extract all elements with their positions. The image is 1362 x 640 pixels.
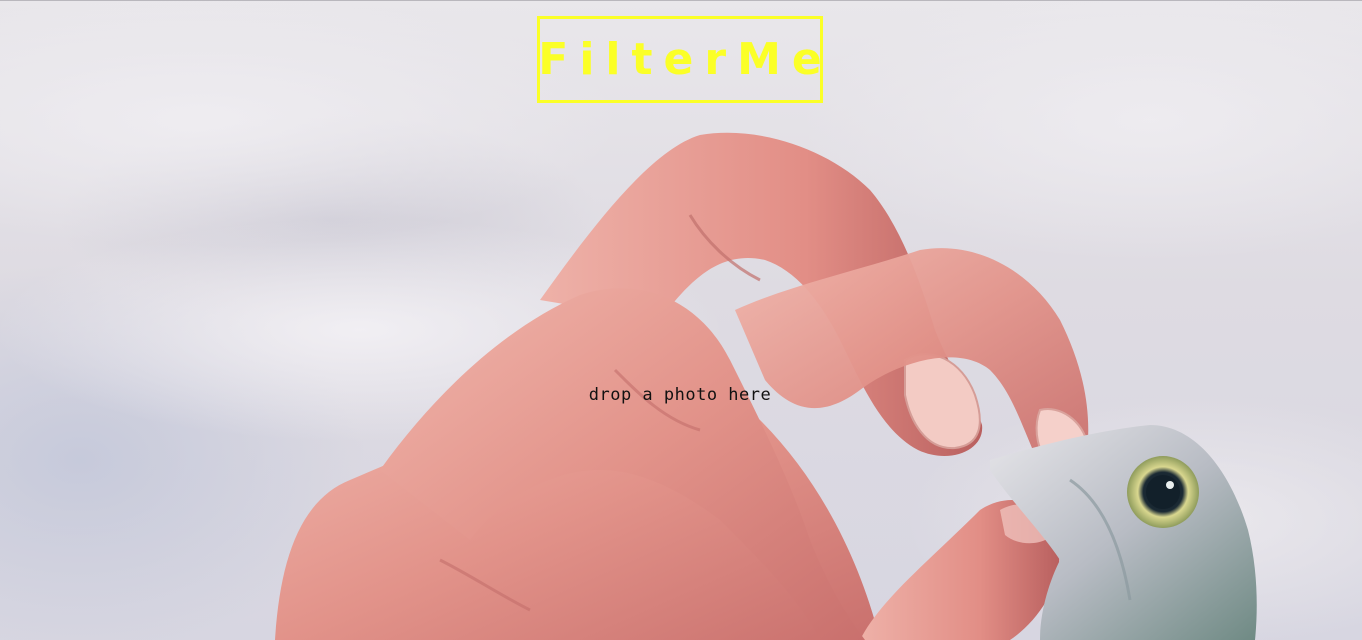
app-page: FilterMe drop a photo here: [0, 0, 1362, 640]
drop-prompt-label: drop a photo here: [588, 385, 772, 405]
photo-drop-zone[interactable]: drop a photo here: [560, 370, 800, 420]
logo: FilterMe: [537, 16, 823, 103]
logo-text: FilterMe: [538, 33, 833, 85]
